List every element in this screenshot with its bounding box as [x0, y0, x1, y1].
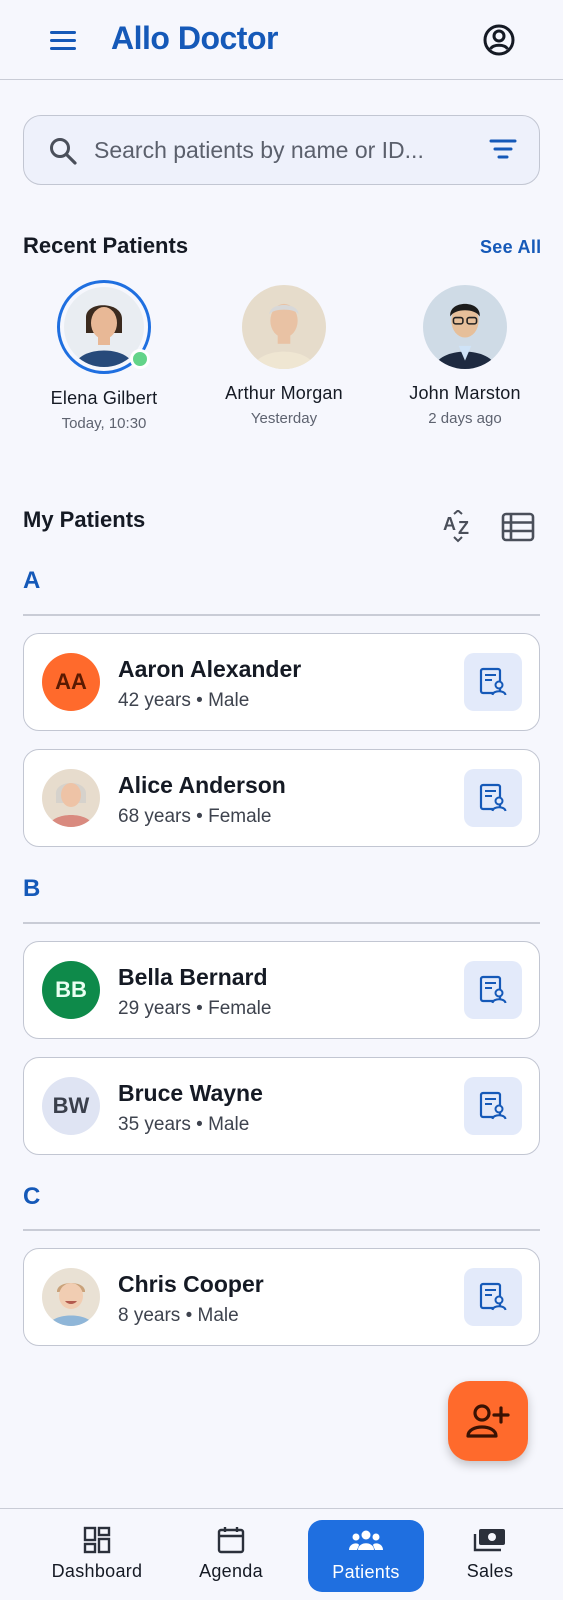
search-icon: [50, 138, 77, 165]
patient-meta: 8 years • Male: [118, 1305, 239, 1326]
patient-card-bruce-wayne[interactable]: BW Bruce Wayne 35 years • Male: [23, 1057, 540, 1155]
nav-label: Patients: [332, 1562, 400, 1582]
recent-patient-name: Elena Gilbert: [50, 388, 158, 408]
patient-name: Bruce Wayne: [118, 1080, 263, 1106]
avatar-photo: [42, 769, 100, 827]
divider: [23, 614, 540, 616]
avatar: AA: [42, 653, 100, 711]
divider: [23, 1229, 540, 1231]
add-patient-button[interactable]: [448, 1381, 528, 1461]
patient-record-icon: [479, 975, 507, 1004]
patient-name: Bella Bernard: [118, 964, 268, 990]
recent-patient-arthur-morgan[interactable]: Arthur Morgan Yesterday: [199, 285, 369, 427]
nav-label: Sales: [466, 1561, 514, 1581]
people-icon: [349, 1530, 383, 1550]
list-view-button[interactable]: [501, 512, 535, 542]
patient-record-icon: [479, 1091, 507, 1120]
avatar: BW: [42, 1077, 100, 1135]
add-person-icon: [466, 1404, 510, 1438]
avatar: [242, 285, 326, 369]
patient-meta: 42 years • Male: [118, 690, 250, 711]
menu-button[interactable]: [46, 26, 80, 56]
recent-patient-name: John Marston: [409, 383, 521, 403]
my-patients-title: My Patients: [23, 507, 146, 532]
avatar: BB: [42, 961, 100, 1019]
avatar: [42, 1268, 100, 1326]
recent-patient-time: Today, 10:30: [61, 415, 147, 432]
patient-name: Alice Anderson: [118, 772, 286, 798]
patient-card-bella-bernard[interactable]: BB Bella Bernard 29 years • Female: [23, 941, 540, 1039]
recent-patient-name: Arthur Morgan: [225, 383, 343, 403]
avatar: [57, 280, 151, 374]
patient-card-alice-anderson[interactable]: Alice Anderson 68 years • Female: [23, 749, 540, 847]
hamburger-menu-icon: [50, 31, 76, 34]
patient-record-button[interactable]: [464, 961, 522, 1019]
hamburger-line: [50, 39, 76, 42]
patient-card-aaron-alexander[interactable]: AA Aaron Alexander 42 years • Male: [23, 633, 540, 731]
nav-label: Dashboard: [51, 1561, 143, 1581]
patient-record-icon: [479, 783, 507, 812]
nav-patients[interactable]: Patients: [308, 1520, 424, 1592]
account-button[interactable]: [481, 22, 517, 58]
sort-button[interactable]: A Z: [442, 509, 476, 544]
patient-record-button[interactable]: [464, 1077, 522, 1135]
avatar-photo: [423, 285, 507, 369]
group-letter-c: C: [23, 1183, 41, 1210]
svg-text:Z: Z: [458, 518, 469, 538]
app-title: Allo Doctor: [111, 20, 278, 56]
see-all-link[interactable]: See All: [480, 237, 541, 258]
patient-record-button[interactable]: [464, 653, 522, 711]
patient-name: Aaron Alexander: [118, 656, 302, 682]
nav-sales[interactable]: Sales: [440, 1519, 540, 1591]
search-bar: [23, 115, 540, 185]
app-header: Allo Doctor: [0, 0, 563, 80]
nav-dashboard[interactable]: Dashboard: [42, 1519, 152, 1591]
patient-record-icon: [479, 1282, 507, 1311]
avatar: [42, 769, 100, 827]
patient-meta: 68 years • Female: [118, 806, 272, 827]
sort-az-icon: A Z: [443, 509, 469, 543]
svg-text:A: A: [443, 514, 456, 534]
calendar-icon: [217, 1527, 245, 1554]
divider: [23, 922, 540, 924]
nav-label: Agenda: [199, 1561, 263, 1581]
recent-patient-john-marston[interactable]: John Marston 2 days ago: [380, 285, 550, 427]
patient-name: Chris Cooper: [118, 1271, 264, 1297]
patient-card-chris-cooper[interactable]: Chris Cooper 8 years • Male: [23, 1248, 540, 1346]
filter-icon: [489, 139, 517, 159]
patient-meta: 29 years • Female: [118, 998, 272, 1019]
group-letter-a: A: [23, 567, 41, 594]
list-view-icon: [501, 512, 535, 542]
patient-meta: 35 years • Male: [118, 1114, 250, 1135]
search-input[interactable]: [94, 130, 474, 170]
online-status-dot: [130, 349, 150, 369]
recent-patients-title: Recent Patients: [23, 233, 189, 258]
account-circle-icon: [483, 24, 515, 56]
group-letter-b: B: [23, 875, 41, 902]
avatar-photo: [242, 285, 326, 369]
nav-agenda[interactable]: Agenda: [181, 1519, 281, 1591]
filter-button[interactable]: [484, 132, 522, 168]
patient-record-icon: [479, 667, 507, 696]
bottom-navigation: Dashboard Agenda Patients Sales: [0, 1508, 563, 1600]
hamburger-line: [50, 47, 76, 50]
avatar: [423, 285, 507, 369]
avatar-photo: [42, 1268, 100, 1326]
patient-record-button[interactable]: [464, 1268, 522, 1326]
dashboard-icon: [83, 1526, 111, 1554]
recent-patient-time: 2 days ago: [428, 410, 502, 427]
patient-record-button[interactable]: [464, 769, 522, 827]
money-icon: [473, 1529, 505, 1552]
recent-patient-elena-gilbert[interactable]: Elena Gilbert Today, 10:30: [19, 280, 189, 432]
recent-patient-time: Yesterday: [250, 410, 318, 427]
